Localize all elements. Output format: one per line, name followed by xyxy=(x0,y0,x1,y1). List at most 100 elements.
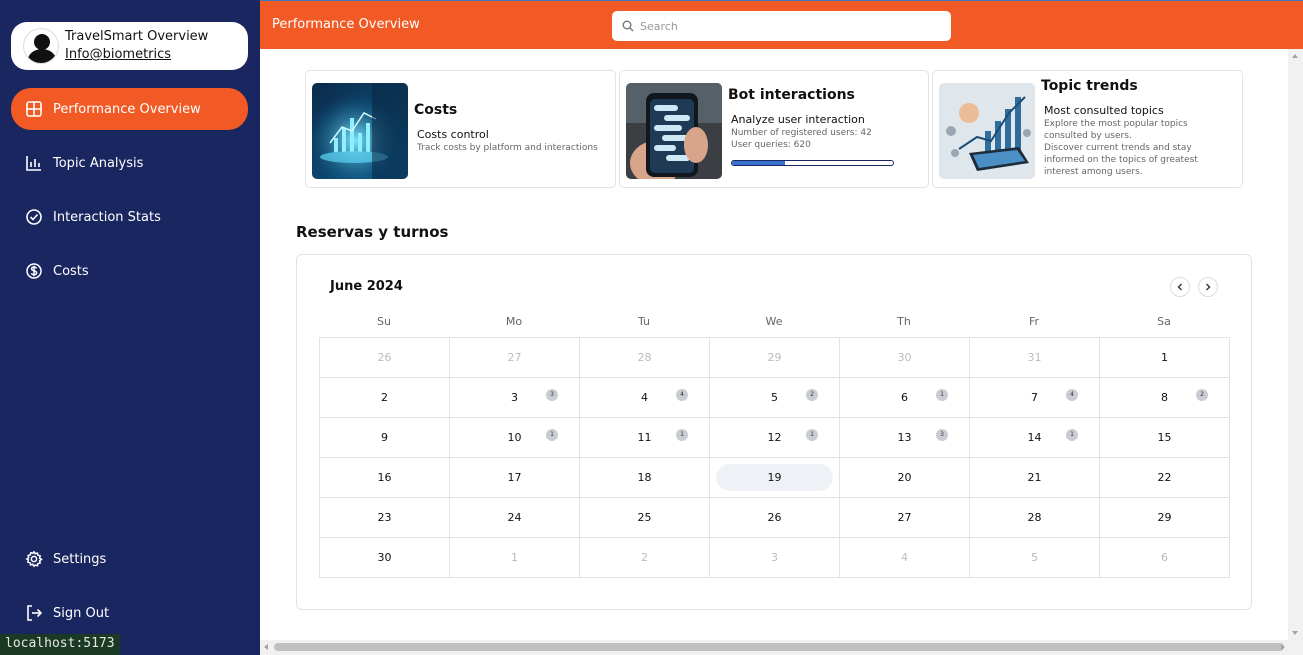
calendar-day-cell[interactable]: 29 xyxy=(709,337,840,378)
calendar-week-row: 9 10 1 11 1 12 1 13 3 14 1 15 xyxy=(319,417,1230,458)
calendar-day-cell[interactable]: 30 xyxy=(319,537,450,578)
calendar-day-cell[interactable]: 19 xyxy=(709,457,840,498)
horizontal-scroll-thumb[interactable] xyxy=(274,643,1284,651)
scroll-down-arrow-icon[interactable] xyxy=(1292,631,1298,635)
section-title: Reservas y turnos xyxy=(296,223,449,241)
calendar-day-cell[interactable]: 2 xyxy=(579,537,710,578)
calendar-day-cell[interactable]: 3 xyxy=(709,537,840,578)
calendar-day-cell[interactable]: 24 xyxy=(449,497,580,538)
bot-interactions-card[interactable]: Bot interactions Analyze user interactio… xyxy=(619,70,929,188)
event-count-badge: 1 xyxy=(806,429,818,441)
calendar-day-cell[interactable]: 82 xyxy=(1099,377,1230,418)
day-number: 6 xyxy=(901,391,908,404)
sidebar-item-performance-overview[interactable]: Performance Overview xyxy=(11,88,248,130)
calendar-day-cell[interactable]: 20 xyxy=(839,457,970,498)
calendar-day-cell[interactable]: 11 1 xyxy=(579,417,710,458)
weekday-label: Th xyxy=(897,315,911,328)
day-number: 9 xyxy=(381,431,388,444)
day-number: 4 xyxy=(901,551,908,564)
chevron-right-icon xyxy=(1206,283,1211,291)
day-number: 1 xyxy=(511,551,518,564)
calendar-day-cell[interactable]: 13 3 xyxy=(839,417,970,458)
calendar-day-cell[interactable]: 9 xyxy=(319,417,450,458)
day-number: 14 xyxy=(1027,431,1042,444)
calendar-day-cell[interactable]: 1 xyxy=(449,537,580,578)
profile-card[interactable]: TravelSmart Overview Info@biometrics xyxy=(11,22,248,70)
costs-card[interactable]: Costs Costs control Track costs by platf… xyxy=(305,70,616,188)
calendar-prev-button[interactable] xyxy=(1170,277,1190,297)
sidebar-item-topic-analysis[interactable]: Topic Analysis xyxy=(11,142,248,184)
calendar-next-button[interactable] xyxy=(1198,277,1218,297)
event-count-badge: 1 xyxy=(1066,429,1078,441)
search-box[interactable] xyxy=(612,11,951,41)
calendar-day-cell[interactable]: 12 1 xyxy=(709,417,840,458)
scroll-up-arrow-icon[interactable] xyxy=(1292,54,1298,58)
scroll-left-arrow-icon[interactable] xyxy=(264,644,268,650)
calendar-day-cell[interactable]: 27 xyxy=(449,337,580,378)
day-number: 5 xyxy=(1031,551,1038,564)
weekday-label: Mo xyxy=(505,315,523,328)
day-number: 10 xyxy=(507,431,522,444)
calendar-day-cell[interactable]: 44 xyxy=(579,377,710,418)
calendar-day-cell[interactable]: 17 xyxy=(449,457,580,498)
scroll-right-arrow-icon[interactable] xyxy=(1281,644,1285,650)
costs-image xyxy=(312,83,408,179)
status-bar-url: localhost:5173 xyxy=(0,634,120,655)
calendar-day-cell[interactable]: 1 xyxy=(1099,337,1230,378)
day-number: 26 xyxy=(767,511,782,524)
calendar-day-cell[interactable]: 10 1 xyxy=(449,417,580,458)
sidebar-item-label: Performance Overview xyxy=(53,101,201,117)
day-number: 28 xyxy=(1027,511,1042,524)
horizontal-scrollbar[interactable] xyxy=(260,640,1303,655)
calendar-day-cell[interactable]: 4 xyxy=(839,537,970,578)
calendar-day-cell[interactable]: 29 xyxy=(1099,497,1230,538)
interaction-progress-bar xyxy=(731,160,894,166)
calendar-day-cell[interactable]: 15 xyxy=(1099,417,1230,458)
day-number: 2 xyxy=(381,391,388,404)
grid-icon xyxy=(25,100,43,118)
vertical-scrollbar[interactable] xyxy=(1288,49,1303,640)
calendar-day-cell[interactable]: 26 xyxy=(319,337,450,378)
calendar-day-cell[interactable]: 28 xyxy=(969,497,1100,538)
day-number: 12 xyxy=(767,431,782,444)
progress-fill xyxy=(732,161,786,165)
calendar-day-cell[interactable]: 23 xyxy=(319,497,450,538)
calendar-day-cell[interactable]: 31 xyxy=(969,337,1100,378)
calendar-day-cell[interactable]: 6 xyxy=(1099,537,1230,578)
profile-email-link[interactable]: Info@biometrics xyxy=(65,46,208,64)
card-subtitle: Most consulted topics xyxy=(1044,104,1164,117)
calendar-day-cell[interactable]: 61 xyxy=(839,377,970,418)
sidebar-item-interaction-stats[interactable]: Interaction Stats xyxy=(11,196,248,238)
day-number: 3 xyxy=(511,391,518,404)
calendar-day-cell[interactable]: 74 xyxy=(969,377,1100,418)
day-number: 24 xyxy=(507,511,522,524)
calendar-day-cell[interactable]: 25 xyxy=(579,497,710,538)
calendar-day-cell[interactable]: 27 xyxy=(839,497,970,538)
calendar-day-cell[interactable]: 52 xyxy=(709,377,840,418)
sidebar-item-sign-out[interactable]: Sign Out xyxy=(11,592,248,634)
sidebar: TravelSmart Overview Info@biometrics Per… xyxy=(0,0,260,655)
calendar-day-cell[interactable]: 28 xyxy=(579,337,710,378)
calendar-day-cell[interactable]: 16 xyxy=(319,457,450,498)
calendar-day-cell[interactable]: 22 xyxy=(1099,457,1230,498)
dollar-circle-icon xyxy=(25,262,43,280)
sidebar-item-settings[interactable]: Settings xyxy=(11,538,248,580)
topic-trends-card[interactable]: Topic trends Most consulted topics Explo… xyxy=(932,70,1243,188)
day-number: 30 xyxy=(897,351,912,364)
day-number: 20 xyxy=(897,471,912,484)
sidebar-item-costs[interactable]: Costs xyxy=(11,250,248,292)
calendar-day-cell[interactable]: 18 xyxy=(579,457,710,498)
calendar-day-cell[interactable]: 21 xyxy=(969,457,1100,498)
event-count-badge: 3 xyxy=(936,429,948,441)
calendar-week-row: 30 1 2 3 4 5 6 xyxy=(319,537,1230,578)
calendar-day-cell[interactable]: 14 1 xyxy=(969,417,1100,458)
calendar-day-cell[interactable]: 2 xyxy=(319,377,450,418)
calendar-day-cell[interactable]: 5 xyxy=(969,537,1100,578)
calendar-day-cell[interactable]: 30 xyxy=(839,337,970,378)
calendar-day-cell[interactable]: 33 xyxy=(449,377,580,418)
search-input[interactable] xyxy=(640,19,930,33)
calendar-week-row: 16 17 18 19 20 21 22 xyxy=(319,457,1230,498)
weekday-label: Su xyxy=(377,315,391,328)
calendar-day-cell[interactable]: 26 xyxy=(709,497,840,538)
sidebar-item-label: Topic Analysis xyxy=(53,155,144,171)
